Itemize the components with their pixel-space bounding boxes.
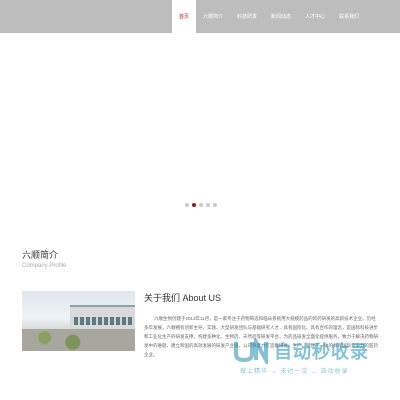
nav-item-research[interactable]: 科技研发: [230, 0, 264, 33]
slider-pagination: [185, 203, 217, 207]
hero-banner-slider: [0, 33, 400, 215]
watermark-logo-icon: [234, 338, 268, 364]
building-windows: [74, 317, 134, 325]
nav-item-careers[interactable]: 人才中心: [298, 0, 332, 33]
slider-dot[interactable]: [185, 203, 189, 207]
watermark-brand: 自动秒收录: [274, 342, 369, 362]
slider-dot[interactable]: [206, 203, 210, 207]
slider-dot[interactable]: [192, 203, 196, 207]
main-nav: 首页 六顺简介 科技研发 新闻动态 人才中心 联系我们: [172, 0, 366, 33]
slider-dot[interactable]: [199, 203, 203, 207]
nav-item-news[interactable]: 新闻动态: [264, 0, 298, 33]
trees-foreground: [22, 329, 135, 351]
company-profile-subtitle: Company Profile: [22, 263, 67, 269]
about-us-title: 关于我们 About US: [144, 293, 222, 303]
nav-item-company-intro[interactable]: 六顺简介: [196, 0, 230, 33]
slider-dot[interactable]: [213, 203, 217, 207]
nav-item-home[interactable]: 首页: [172, 0, 197, 33]
nav-item-contact[interactable]: 联系我们: [332, 0, 366, 33]
watermark: 自动秒收录 做上精华 → 未达一次 → 自动收录: [230, 336, 390, 380]
watermark-slogan: 做上精华 → 未达一次 → 自动收录: [240, 369, 349, 375]
top-navigation-bar: 首页 六顺简介 科技研发 新闻动态 人才中心 联系我们: [0, 0, 400, 33]
company-building-photo: [22, 291, 135, 351]
company-profile-title: 六顺简介: [22, 250, 59, 260]
